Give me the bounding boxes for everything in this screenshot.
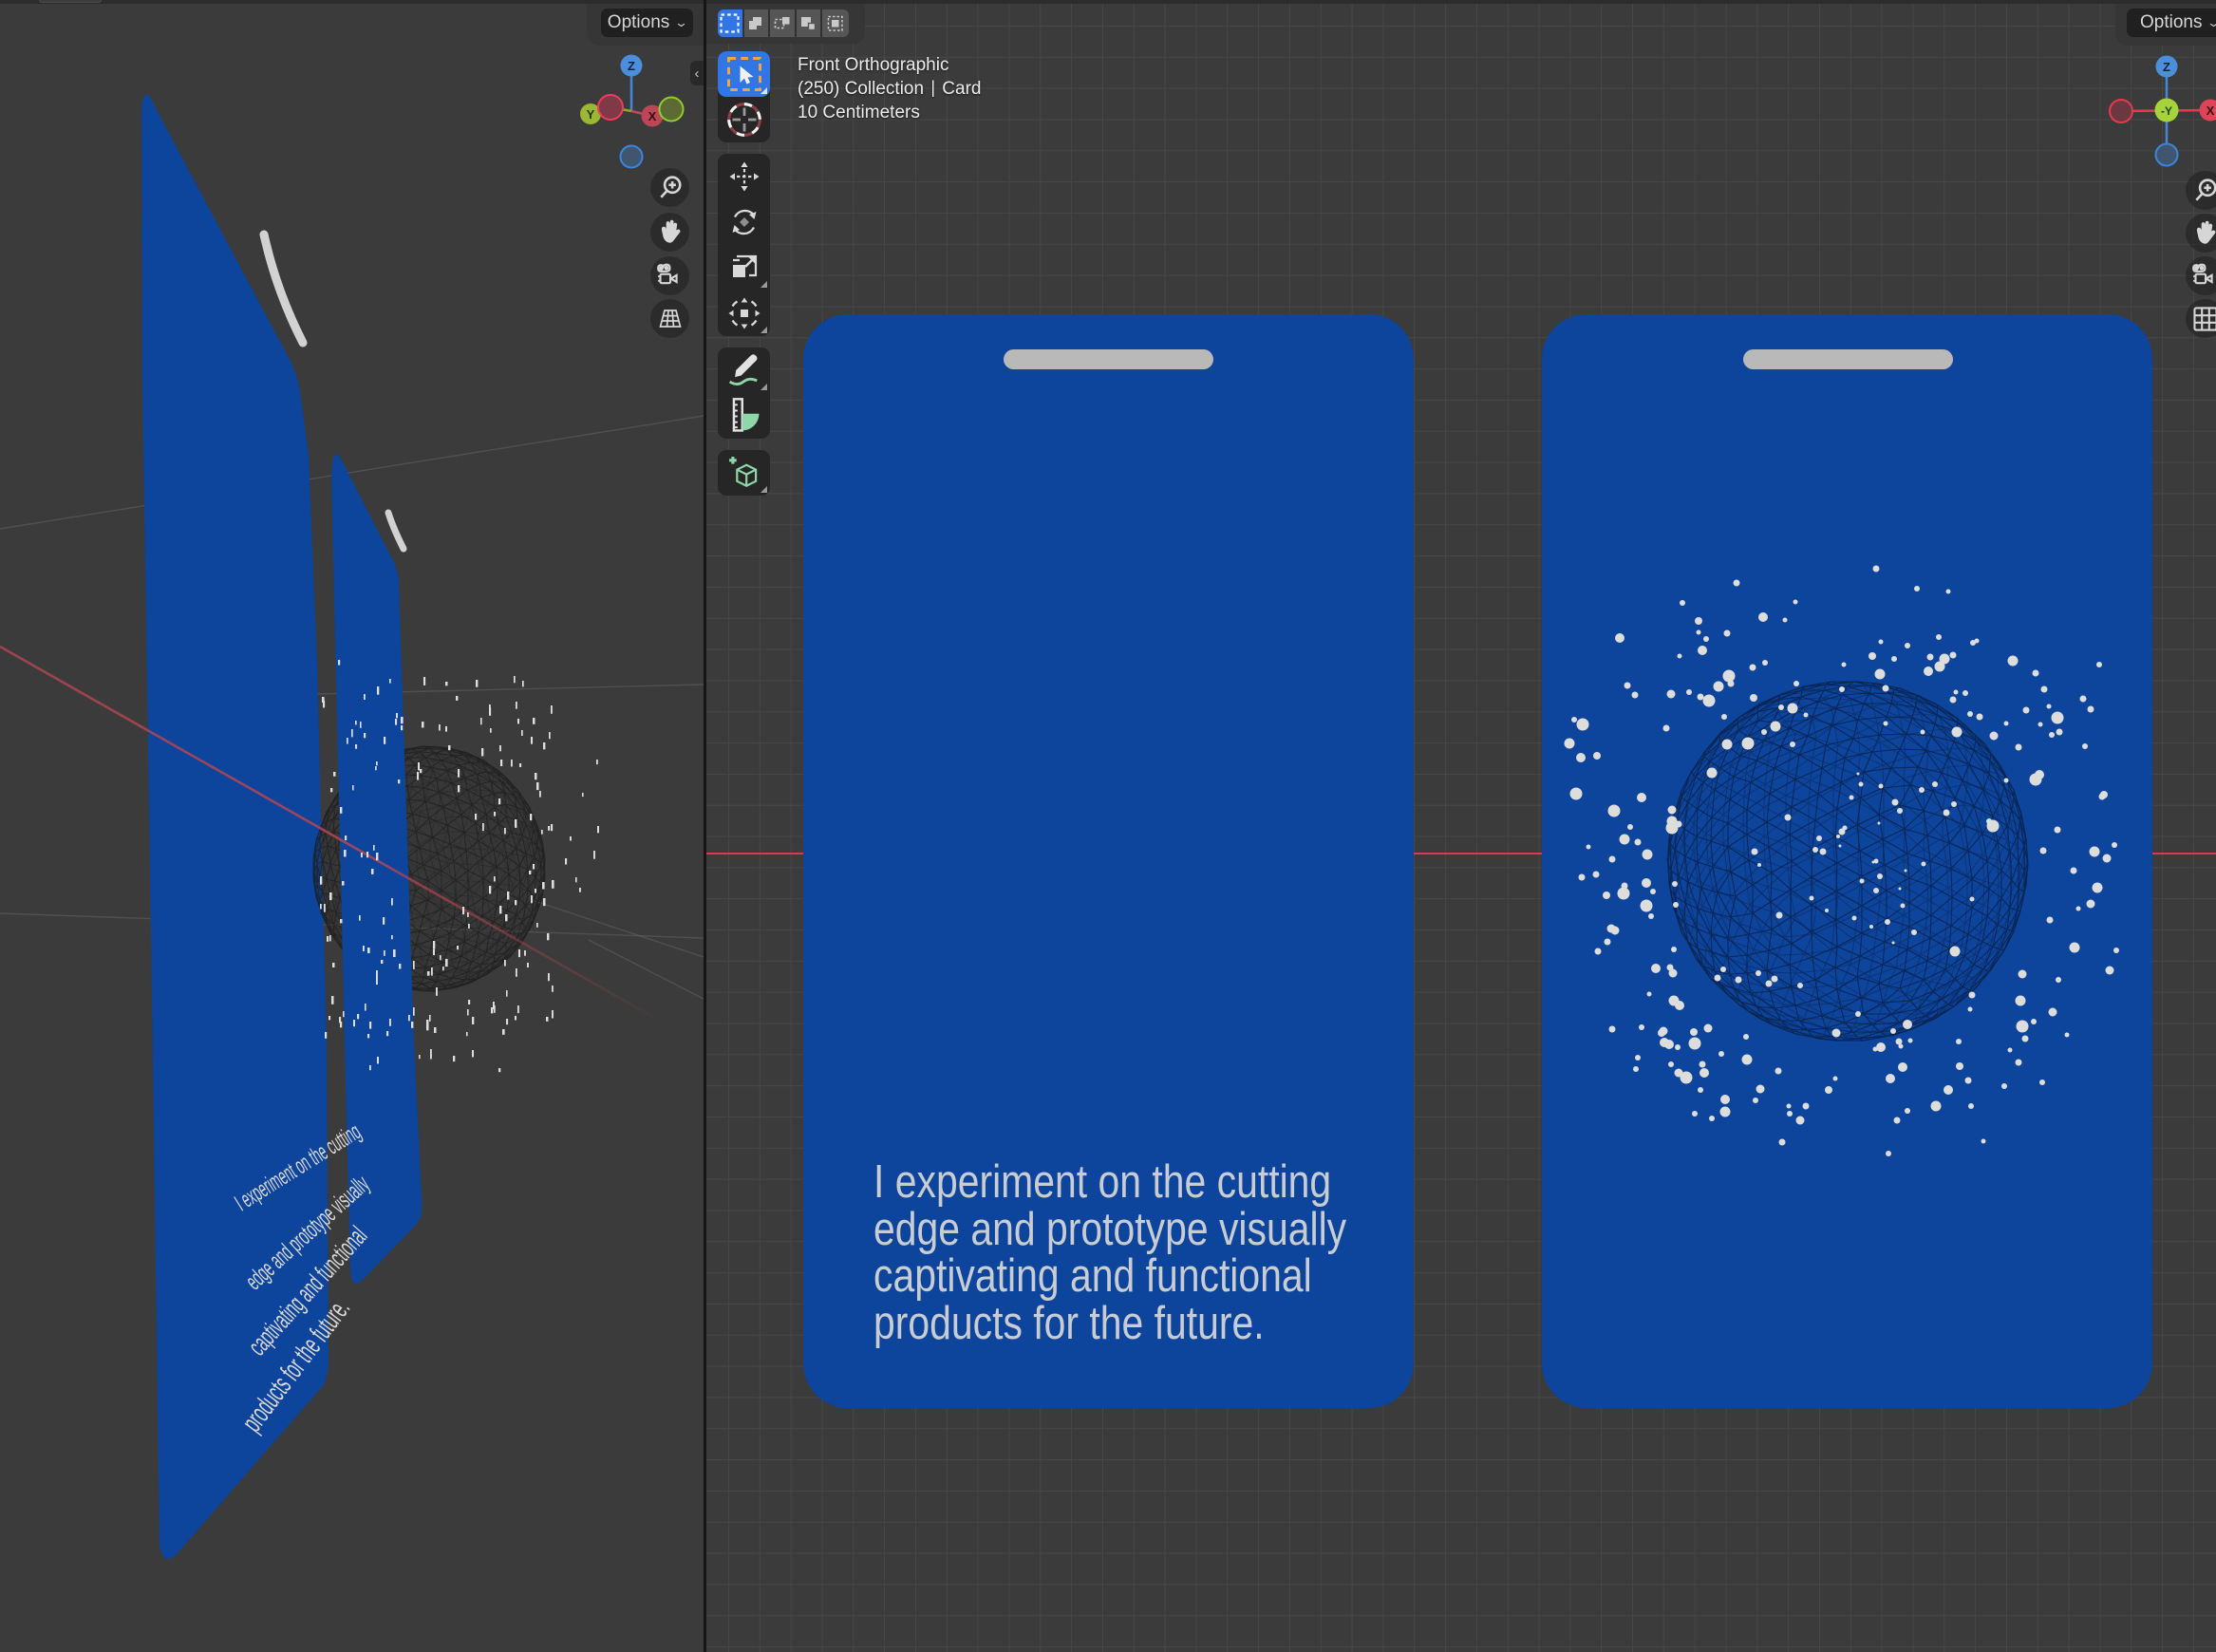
svg-text:X: X bbox=[2207, 103, 2215, 118]
svg-text:Y: Y bbox=[587, 107, 595, 122]
svg-text:-Y: -Y bbox=[2161, 104, 2172, 118]
svg-text:X: X bbox=[648, 109, 657, 123]
svg-text:Z: Z bbox=[2163, 60, 2170, 74]
svg-text:Z: Z bbox=[628, 59, 635, 73]
